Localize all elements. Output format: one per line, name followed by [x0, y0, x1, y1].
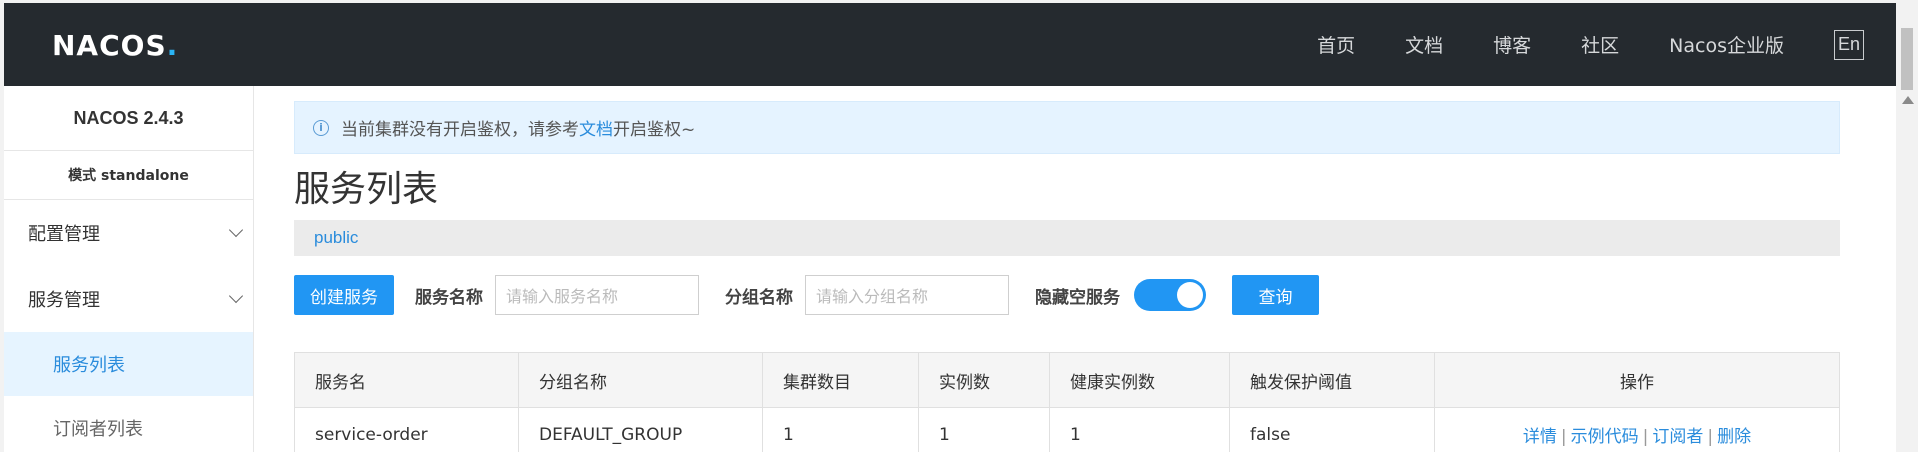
- logo-text: NACOS: [52, 28, 167, 62]
- nav-enterprise[interactable]: Nacos企业版: [1669, 31, 1784, 58]
- language-switch-button[interactable]: En: [1834, 29, 1864, 60]
- sidebar: NACOS 2.4.3 模式 standalone 配置管理 服务管理 服务列表…: [4, 86, 254, 452]
- app-frame: NACOS. 首页 文档 博客 社区 Nacos企业版 En NACOS 2.4…: [4, 3, 1896, 452]
- page-scrollbar[interactable]: [1896, 0, 1918, 452]
- sidebar-item-service-management[interactable]: 服务管理: [4, 266, 253, 332]
- create-service-button[interactable]: 创建服务: [294, 275, 394, 315]
- auth-notice: i 当前集群没有开启鉴权，请参考 文档 开启鉴权~: [294, 101, 1840, 154]
- cell-instance-count: 1: [918, 407, 1050, 452]
- nav-blog[interactable]: 博客: [1493, 31, 1531, 58]
- top-header: NACOS. 首页 文档 博客 社区 Nacos企业版 En: [4, 3, 1896, 86]
- nacos-logo[interactable]: NACOS.: [52, 25, 178, 65]
- sidebar-item-label: 服务管理: [28, 290, 100, 311]
- sidebar-item-service-list[interactable]: 服务列表: [4, 332, 253, 396]
- cell-cluster-count: 1: [762, 407, 919, 452]
- table-row: service-order DEFAULT_GROUP 1 1 1 false …: [294, 407, 1840, 452]
- table-header-row: 服务名 分组名称 集群数目 实例数 健康实例数 触发保护阈值 操作: [294, 352, 1840, 408]
- nav-community[interactable]: 社区: [1581, 31, 1619, 58]
- query-button[interactable]: 查询: [1232, 275, 1319, 315]
- scroll-up-arrow-icon[interactable]: [1902, 96, 1914, 104]
- top-nav: 首页 文档 博客 社区 Nacos企业版 En: [1267, 3, 1864, 86]
- chevron-down-icon: [228, 288, 244, 304]
- sample-code-link[interactable]: 示例代码: [1571, 427, 1639, 447]
- col-healthy-count: 健康实例数: [1049, 352, 1230, 408]
- notice-doc-link[interactable]: 文档: [579, 115, 613, 140]
- main-content: i 当前集群没有开启鉴权，请参考 文档 开启鉴权~ 服务列表 public 创建服务…: [294, 101, 1840, 452]
- cell-group-name: DEFAULT_GROUP: [518, 407, 763, 452]
- separator: |: [1642, 427, 1649, 447]
- col-service-name: 服务名: [294, 352, 519, 408]
- nav-docs[interactable]: 文档: [1405, 31, 1443, 58]
- hide-empty-label: 隐藏空服务: [1035, 287, 1120, 308]
- chevron-down-icon: [228, 222, 244, 238]
- namespace-bar: public: [294, 220, 1840, 256]
- toggle-knob: [1177, 282, 1203, 308]
- notice-text-after: 开启鉴权~: [613, 120, 696, 140]
- delete-link[interactable]: 删除: [1717, 427, 1751, 447]
- cell-service-name: service-order: [294, 407, 519, 452]
- subscribers-link[interactable]: 订阅者: [1652, 427, 1703, 447]
- col-group-name: 分组名称: [518, 352, 763, 408]
- sidebar-item-label: 配置管理: [28, 224, 100, 245]
- filter-bar: 创建服务 服务名称 请输入服务名称 分组名称 请输入分组名称 隐藏空服务 查询: [294, 275, 1840, 315]
- col-instance-count: 实例数: [918, 352, 1050, 408]
- group-name-label: 分组名称: [725, 287, 793, 308]
- notice-text-before: 当前集群没有开启鉴权，请参考: [341, 120, 579, 140]
- group-name-input[interactable]: 请输入分组名称: [805, 275, 1009, 315]
- sidebar-item-config-management[interactable]: 配置管理: [4, 200, 253, 266]
- col-cluster-count: 集群数目: [762, 352, 919, 408]
- logo-dot: .: [166, 28, 179, 62]
- service-table: 服务名 分组名称 集群数目 实例数 健康实例数 触发保护阈值 操作 servic…: [294, 352, 1840, 452]
- info-icon: i: [313, 119, 329, 136]
- detail-link[interactable]: 详情: [1523, 427, 1557, 447]
- sidebar-mode: 模式 standalone: [4, 151, 253, 200]
- service-name-input[interactable]: 请输入服务名称: [495, 275, 699, 315]
- cell-operations: 详情 | 示例代码 | 订阅者 | 删除: [1434, 407, 1840, 452]
- service-name-label: 服务名称: [415, 287, 483, 308]
- separator: |: [1707, 427, 1714, 447]
- hide-empty-toggle[interactable]: [1134, 279, 1206, 311]
- nav-home[interactable]: 首页: [1317, 31, 1355, 58]
- namespace-public[interactable]: public: [314, 228, 358, 248]
- scrollbar-thumb[interactable]: [1901, 28, 1913, 90]
- separator: |: [1560, 427, 1567, 447]
- col-operations: 操作: [1434, 352, 1840, 408]
- cell-protect-threshold: false: [1229, 407, 1435, 452]
- cell-healthy-count: 1: [1049, 407, 1230, 452]
- sidebar-item-subscriber-list[interactable]: 订阅者列表: [4, 396, 253, 452]
- col-protect-threshold: 触发保护阈值: [1229, 352, 1435, 408]
- sidebar-version: NACOS 2.4.3: [4, 86, 253, 151]
- page-title: 服务列表: [294, 169, 439, 210]
